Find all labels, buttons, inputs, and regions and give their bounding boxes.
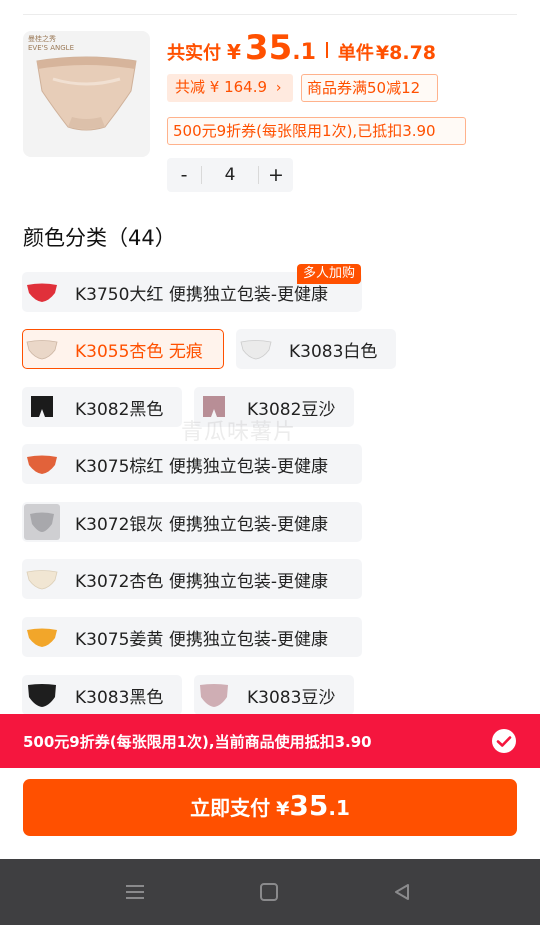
color-option[interactable]: K3082黑色	[22, 387, 182, 427]
voucher-bar-text: 500元9折券(每张限用1次),当前商品使用抵扣3.90	[23, 732, 372, 751]
total-discount-tag[interactable]: 共减 ¥ 164.9 ›	[167, 74, 293, 102]
quantity-decrease-button[interactable]: -	[167, 164, 201, 186]
swatch-white-icon	[237, 330, 275, 368]
color-option-label: K3072杏色 便携独立包装-更健康	[75, 571, 328, 592]
watermark-text: 青瓜味薯片	[181, 420, 297, 445]
menu-icon[interactable]	[121, 879, 149, 905]
pay-currency-symbol: ¥	[276, 798, 290, 820]
swatch-brick-red-icon	[23, 445, 61, 483]
color-option[interactable]: K3083白色	[236, 329, 396, 369]
color-option-label: K3083黑色	[75, 687, 164, 708]
chevron-right-icon: ›	[275, 80, 282, 96]
total-currency-symbol: ¥	[227, 40, 241, 64]
thumbnail-brand-logo: 曼桂之秀 EVE'S ANGLE	[28, 35, 74, 52]
check-circle-icon[interactable]	[491, 728, 517, 754]
price-summary: 共实付 ¥ 35 .1 单件 ¥8.78	[167, 28, 436, 72]
color-option-label: K3055杏色 无痕	[75, 341, 203, 362]
back-triangle-icon[interactable]	[388, 879, 416, 905]
color-option-selected[interactable]: K3055杏色 无痕	[22, 329, 224, 369]
swatch-ginger-yellow-icon	[23, 618, 61, 656]
swatch-apricot-icon	[23, 330, 61, 368]
color-option-label: K3083白色	[289, 341, 378, 362]
color-option[interactable]: K3083黑色	[22, 675, 182, 715]
total-paid-label: 共实付	[167, 43, 221, 64]
color-option[interactable]: K3072杏色 便携独立包装-更健康	[22, 559, 362, 599]
color-option[interactable]: K3072银灰 便携独立包装-更健康	[22, 502, 362, 542]
color-option-label: K3075姜黄 便携独立包装-更健康	[75, 629, 328, 650]
swatch-black-icon	[23, 676, 61, 714]
price-separator	[325, 42, 328, 58]
swatch-silver-gray-icon	[23, 503, 61, 541]
color-option-label: K3072银灰 便携独立包装-更健康	[75, 514, 328, 535]
color-section-title: 颜色分类（44）	[23, 226, 176, 250]
color-option[interactable]: K3075姜黄 便携独立包装-更健康	[22, 617, 362, 657]
product-thumbnail[interactable]: 曼桂之秀 EVE'S ANGLE	[23, 31, 150, 157]
total-price-decimal: .1	[292, 40, 316, 65]
color-option[interactable]: K3083豆沙	[194, 675, 354, 715]
quantity-stepper: - 4 +	[167, 158, 293, 192]
pay-now-button[interactable]: 立即支付 ¥ 35 .1	[23, 779, 517, 836]
color-option[interactable]: K3075棕红 便携独立包装-更健康	[22, 444, 362, 484]
voucher-bar[interactable]: 500元9折券(每张限用1次),当前商品使用抵扣3.90	[0, 714, 540, 768]
unit-price-label: 单件	[337, 43, 374, 64]
quantity-value[interactable]: 4	[201, 166, 259, 184]
total-discount-label: 共减 ¥ 164.9	[175, 78, 268, 96]
total-price-integer: 35	[244, 28, 293, 68]
home-square-icon[interactable]	[255, 879, 283, 905]
swatch-apricot-icon	[23, 560, 61, 598]
swatch-red-icon	[23, 273, 61, 311]
system-navigation-bar	[0, 859, 540, 925]
color-option-label: K3075棕红 便携独立包装-更健康	[75, 456, 328, 477]
top-divider	[23, 14, 517, 15]
product-coupon-tag[interactable]: 商品券满50减12	[301, 74, 438, 102]
swatch-black-shorts-icon	[23, 388, 61, 426]
pay-amount-integer: 35	[289, 789, 329, 822]
color-option[interactable]: 多人加购 K3750大红 便携独立包装-更健康	[22, 264, 362, 312]
quantity-increase-button[interactable]: +	[259, 164, 293, 186]
color-option-label: K3082黑色	[75, 399, 164, 420]
swatch-bean-paste-icon	[195, 676, 233, 714]
color-option-label: K3083豆沙	[247, 687, 336, 708]
applied-voucher-tag[interactable]: 500元9折券(每张限用1次),已抵扣3.90	[167, 117, 466, 145]
popular-badge: 多人加购	[296, 264, 361, 284]
unit-price-value: ¥8.78	[375, 42, 437, 64]
pay-amount-decimal: .1	[328, 796, 350, 820]
pay-now-label: 立即支付	[190, 796, 271, 820]
